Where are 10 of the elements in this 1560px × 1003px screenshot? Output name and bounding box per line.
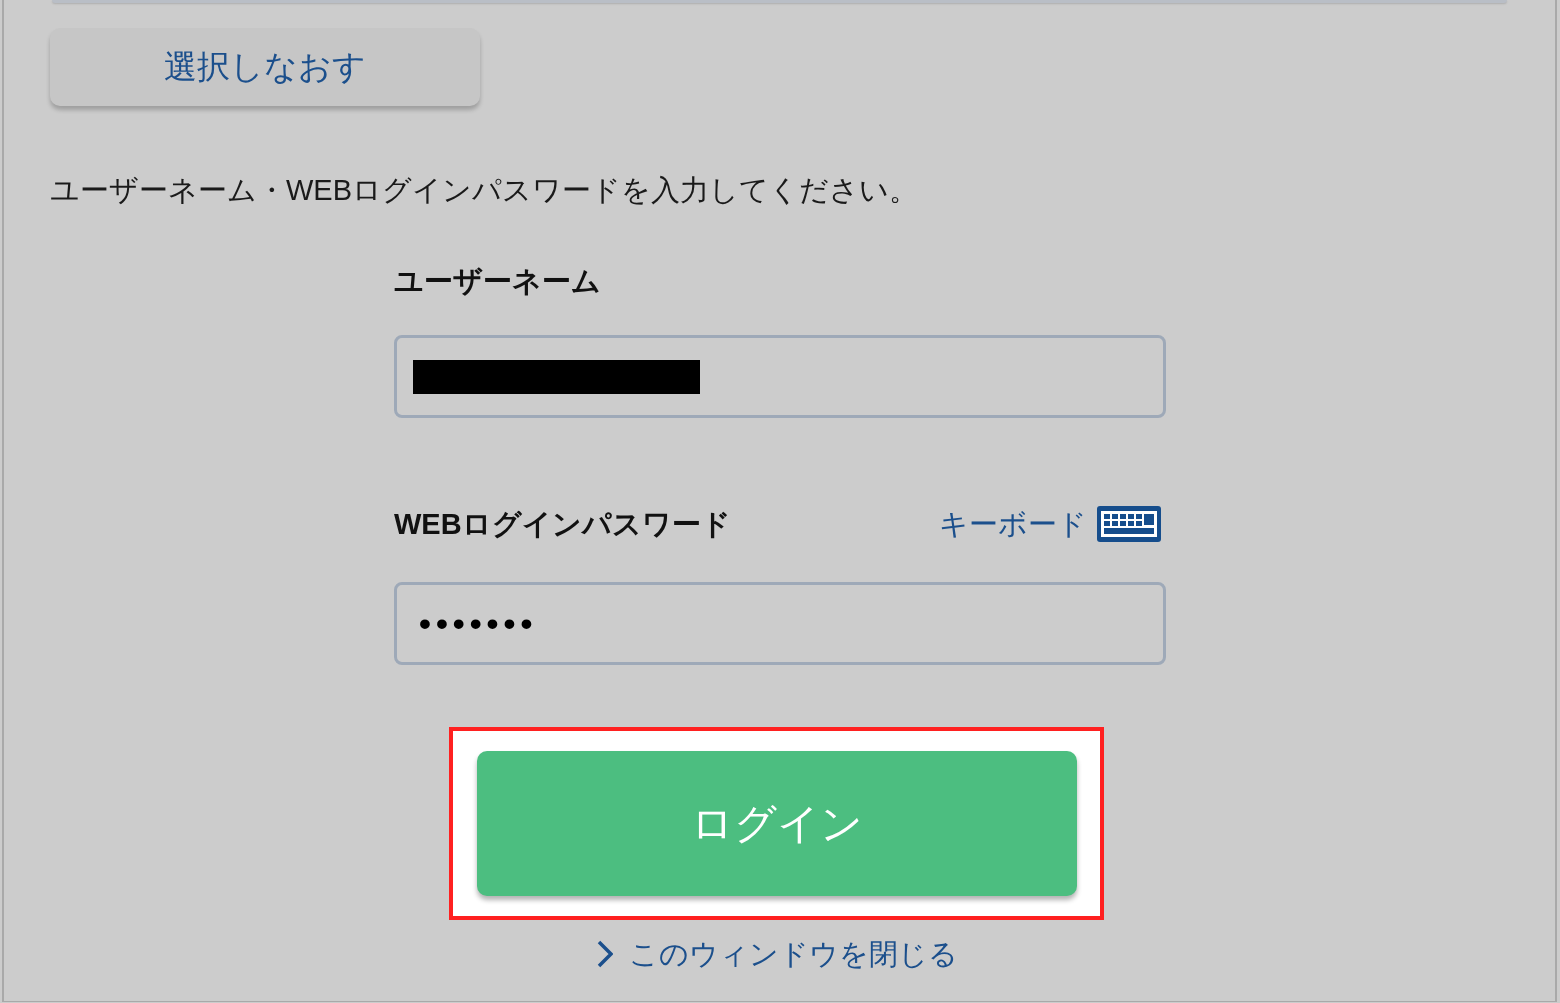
chevron-right-icon: [597, 940, 613, 968]
password-field[interactable]: •••••••: [394, 582, 1166, 665]
instruction-text: ユーザーネーム・WEBログインパスワードを入力してください。: [50, 174, 919, 206]
username-label: ユーザーネーム: [394, 264, 601, 298]
keyboard-link[interactable]: キーボード: [939, 506, 1161, 542]
username-field[interactable]: [394, 335, 1166, 418]
reselect-button[interactable]: 選択しなおす: [50, 28, 480, 106]
close-window-link[interactable]: このウィンドウを閉じる: [597, 936, 958, 972]
password-label: WEBログインパスワード: [394, 507, 731, 541]
keyboard-icon: [1097, 506, 1161, 542]
